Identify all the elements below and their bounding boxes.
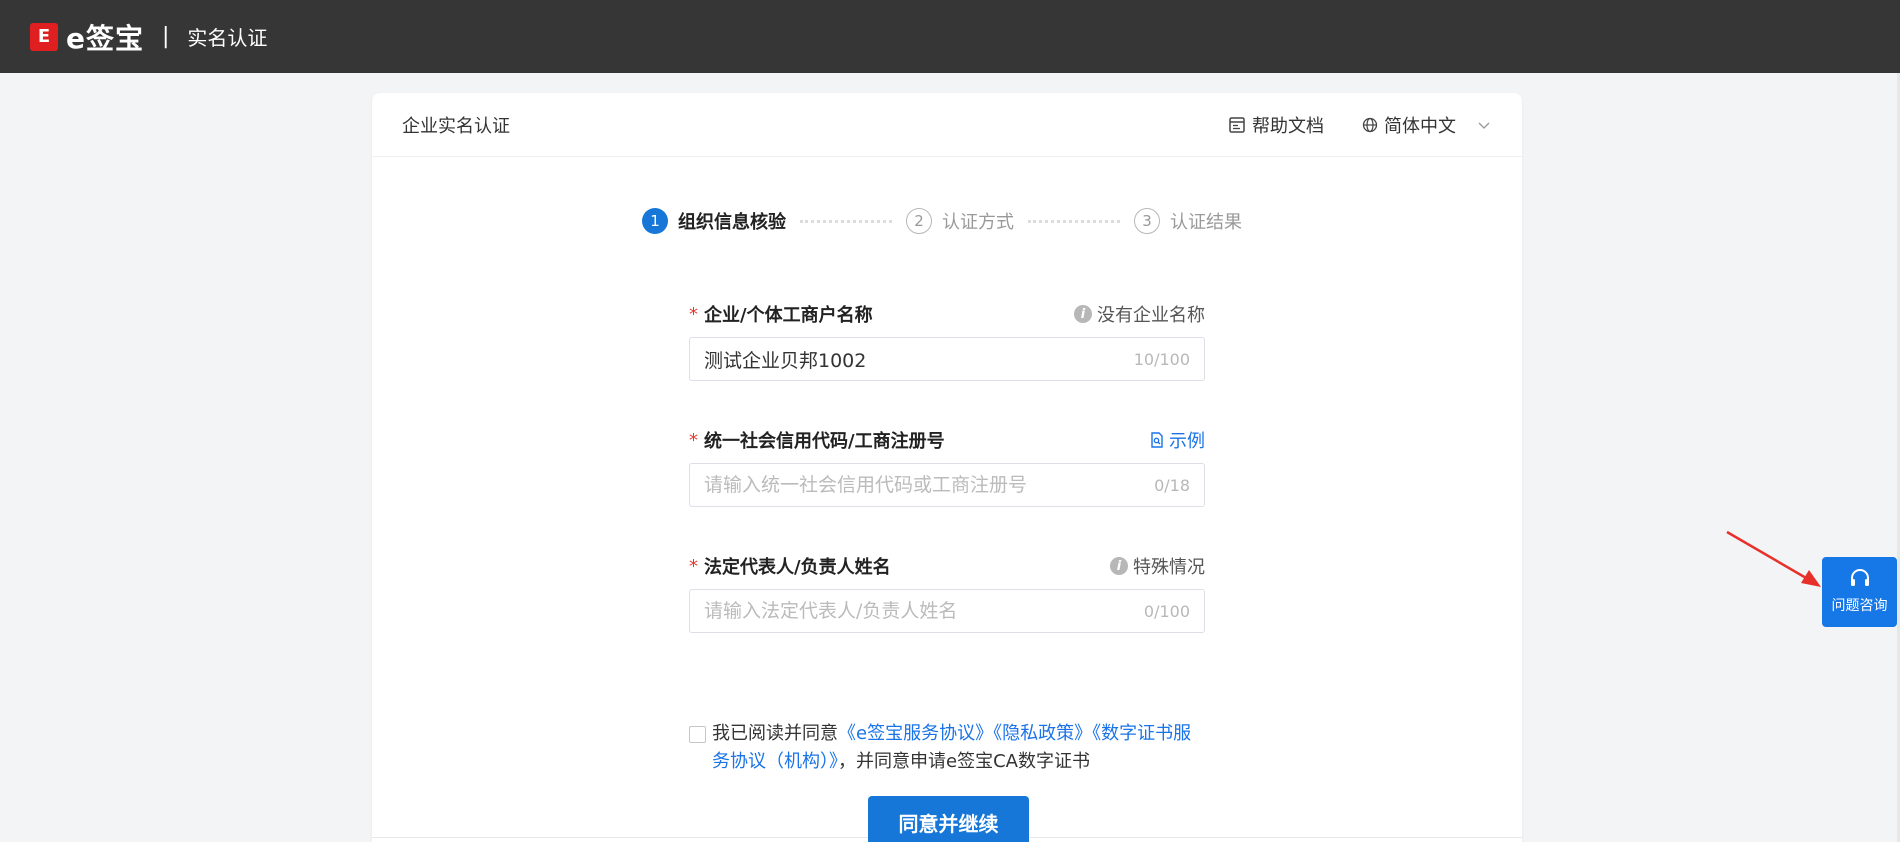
chevron-down-icon <box>1478 122 1490 129</box>
language-selector[interactable]: 简体中文 <box>1362 112 1492 138</box>
organization-form: * 企业/个体工商户名称 i 没有企业名称 10/100 * 统一社会信用代码/… <box>689 301 1205 679</box>
credit-code-counter: 0/18 <box>1154 475 1190 495</box>
agreement-checkbox[interactable] <box>689 726 706 743</box>
special-case-text: 特殊情况 <box>1133 557 1205 578</box>
credit-code-label: 统一社会信用代码/工商注册号 <box>704 431 945 452</box>
credit-code-field: * 统一社会信用代码/工商注册号 示例 0/18 <box>689 427 1205 507</box>
example-link[interactable]: 示例 <box>1150 427 1205 453</box>
verification-card: 企业实名认证 帮助文档 简体中文 1 组织信息核验 2 认证方式 3 认证结果 … <box>372 93 1522 842</box>
step-3-label: 认证结果 <box>1170 212 1242 233</box>
agreement-prefix: 我已阅读并同意 <box>712 723 838 744</box>
step-2-number: 2 <box>906 208 932 234</box>
help-consult-button[interactable]: 问题咨询 <box>1822 557 1897 627</box>
example-text: 示例 <box>1169 431 1205 452</box>
required-mark: * <box>689 555 698 577</box>
step-1-number: 1 <box>642 208 668 234</box>
company-name-counter: 10/100 <box>1133 349 1190 369</box>
agreement-suffix: ，并同意申请e签宝CA数字证书 <box>838 751 1090 772</box>
pointer-arrow-icon <box>1726 530 1821 587</box>
company-name-label: 企业/个体工商户名称 <box>704 305 873 326</box>
example-icon <box>1151 432 1163 448</box>
headset-icon <box>1850 569 1869 586</box>
agree-continue-button[interactable]: 同意并继续 <box>868 796 1029 842</box>
title-separator: | <box>162 24 170 49</box>
step-2: 2 认证方式 <box>906 208 1014 234</box>
progress-steps: 1 组织信息核验 2 认证方式 3 认证结果 <box>642 208 1242 234</box>
document-icon <box>1229 116 1245 133</box>
no-company-name-link[interactable]: i 没有企业名称 <box>1074 301 1205 327</box>
step-2-label: 认证方式 <box>942 212 1014 233</box>
esign-logo-icon: E <box>30 22 58 51</box>
logo-text: e签宝 <box>66 21 144 55</box>
credit-code-input[interactable] <box>704 474 1155 496</box>
header-actions: 帮助文档 简体中文 <box>1228 112 1492 138</box>
step-connector <box>800 219 892 223</box>
help-doc-button[interactable]: 帮助文档 <box>1228 112 1324 138</box>
info-icon: i <box>1074 305 1092 323</box>
service-agreement-link[interactable]: 《e签宝服务协议》 <box>838 723 993 744</box>
info-icon: i <box>1110 557 1128 575</box>
step-connector <box>1028 219 1120 223</box>
agreement-row: 我已阅读并同意《e签宝服务协议》《隐私政策》《数字证书服务协议（机构）》，并同意… <box>689 720 1209 776</box>
legal-rep-label: 法定代表人/负责人姓名 <box>704 557 891 578</box>
company-name-field: * 企业/个体工商户名称 i 没有企业名称 10/100 <box>689 301 1205 381</box>
required-mark: * <box>689 429 698 451</box>
legal-rep-field: * 法定代表人/负责人姓名 i 特殊情况 0/100 <box>689 553 1205 633</box>
step-3: 3 认证结果 <box>1134 208 1242 234</box>
step-1-label: 组织信息核验 <box>678 212 786 233</box>
globe-icon <box>1362 117 1378 132</box>
agreement-text: 我已阅读并同意《e签宝服务协议》《隐私政策》《数字证书服务协议（机构）》，并同意… <box>712 720 1209 776</box>
top-navigation-bar: E e签宝 | 实名认证 <box>0 0 1900 73</box>
help-consult-label: 问题咨询 <box>1831 598 1888 614</box>
step-1: 1 组织信息核验 <box>642 208 786 234</box>
no-company-name-text: 没有企业名称 <box>1097 305 1205 326</box>
page-title: 实名认证 <box>187 26 268 50</box>
special-case-link[interactable]: i 特殊情况 <box>1110 553 1205 579</box>
company-name-input[interactable] <box>704 348 1134 370</box>
required-mark: * <box>689 303 698 325</box>
card-header: 企业实名认证 帮助文档 简体中文 <box>372 93 1522 157</box>
language-label: 简体中文 <box>1384 115 1456 137</box>
legal-rep-input[interactable] <box>704 600 1144 622</box>
legal-rep-counter: 0/100 <box>1143 601 1190 621</box>
privacy-policy-link[interactable]: 《隐私政策》 <box>993 723 1092 744</box>
card-title: 企业实名认证 <box>402 115 510 137</box>
help-doc-label: 帮助文档 <box>1252 115 1324 137</box>
step-3-number: 3 <box>1134 208 1160 234</box>
